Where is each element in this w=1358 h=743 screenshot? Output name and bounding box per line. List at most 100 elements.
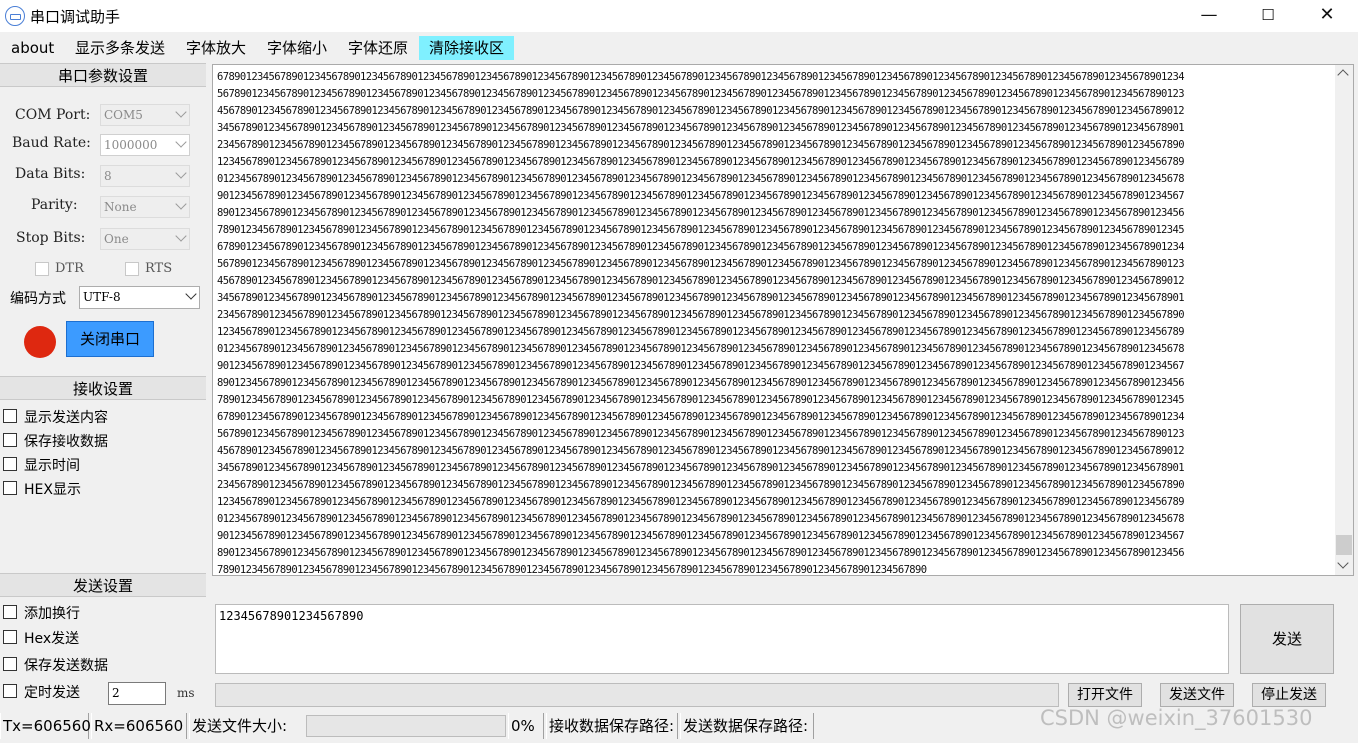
show-sent-label: 显示发送内容 [24,410,108,426]
menu-multi-send[interactable]: 显示多条发送 [75,36,165,60]
receive-line: 3456789012345678901234567890123456789012… [217,122,1185,134]
receive-line: 1234567890123456789012345678901234567890… [217,496,1185,508]
receive-line: 5678901234567890123456789012345678901234… [217,428,1185,440]
receive-line: 2345678901234567890123456789012345678901… [217,309,1185,321]
close-window-button[interactable]: ✕ [1298,0,1356,32]
show-time-checkbox[interactable] [3,457,17,471]
receive-line: 3456789012345678901234567890123456789012… [217,462,1185,474]
save-sent-label: 保存发送数据 [24,658,108,674]
serial-params-header: 串口参数设置 [0,63,206,87]
file-path-field[interactable] [215,683,1059,707]
watermark: CSDN @weixin_37601530 [1040,706,1313,730]
dtr-checkbox[interactable] [35,262,49,276]
scroll-down-icon[interactable] [1337,557,1349,569]
rts-label: RTS [145,261,173,276]
encoding-value: UTF-8 [83,290,121,304]
chevron-down-icon [175,230,187,242]
encoding-label: 编码方式 [10,291,66,307]
receive-area[interactable]: 6789012345678901234567890123456789012345… [212,64,1354,576]
save-received-label: 保存接收数据 [24,434,108,450]
receive-line: 0123456789012345678901234567890123456789… [217,343,1185,355]
rx-count: Rx=606560 [91,713,187,739]
receive-settings-header: 接收设置 [0,376,206,400]
parity-select[interactable]: None [100,196,190,218]
menu-font-larger[interactable]: 字体放大 [186,36,246,60]
menu-bar: about 显示多条发送 字体放大 字体缩小 字体还原 清除接收区 [0,36,1358,62]
receive-line: 0123456789012345678901234567890123456789… [217,513,1185,525]
send-input[interactable]: 12345678901234567890 [215,604,1229,674]
data-bits-select[interactable]: 8 [100,165,190,187]
maximize-button[interactable]: ☐ [1239,0,1297,32]
data-bits-label: Data Bits: [15,166,86,182]
scroll-thumb[interactable] [1336,535,1352,555]
show-time-label: 显示时间 [24,458,80,474]
com-port-label: COM Port: [15,107,91,123]
chevron-down-icon [175,198,187,210]
receive-save-path-label: 接收数据保存路径: [546,713,678,739]
add-newline-checkbox[interactable] [3,605,17,619]
send-file-size-label: 发送文件大小: [189,713,305,739]
hex-send-label: Hex发送 [24,631,80,647]
timed-send-checkbox[interactable] [3,684,17,698]
parity-value: None [104,200,137,214]
save-received-checkbox[interactable] [3,433,17,447]
tx-count: Tx=606560 [0,713,91,739]
send-save-path-label: 发送数据保存路径: [680,713,814,739]
receive-line: 2345678901234567890123456789012345678901… [217,139,1185,151]
menu-font-reset[interactable]: 字体还原 [348,36,408,60]
receive-line: 8901234567890123456789012345678901234567… [217,377,1185,389]
close-port-button[interactable]: 关闭串口 [66,321,154,357]
hex-display-checkbox[interactable] [3,481,17,495]
scroll-up-icon[interactable] [1337,69,1349,81]
receive-line: 2345678901234567890123456789012345678901… [217,479,1185,491]
window-title: 串口调试助手 [30,8,121,26]
show-sent-checkbox[interactable] [3,409,17,423]
chevron-down-icon [175,106,187,118]
interval-input[interactable]: 2 [108,682,166,705]
add-newline-label: 添加换行 [24,606,80,622]
receive-line: 7890123456789012345678901234567890123456… [217,394,1185,406]
menu-font-smaller[interactable]: 字体缩小 [267,36,327,60]
rts-checkbox[interactable] [125,262,139,276]
hex-send-checkbox[interactable] [3,630,17,644]
send-settings-header: 发送设置 [0,573,206,597]
receive-line: 9012345678901234567890123456789012345678… [217,190,1185,202]
stop-bits-value: One [104,232,129,246]
receive-line: 1234567890123456789012345678901234567890… [217,326,1185,338]
receive-text: 6789012345678901234567890123456789012345… [217,69,1331,576]
chevron-down-icon [175,167,187,179]
port-status-indicator [24,326,56,358]
title-bar: 串口调试助手 — ☐ ✕ [0,0,1358,32]
open-file-button[interactable]: 打开文件 [1068,683,1142,707]
chevron-down-icon [185,288,197,300]
receive-line: 8901234567890123456789012345678901234567… [217,207,1185,219]
timed-send-label: 定时发送 [24,685,80,701]
com-port-select[interactable]: COM5 [100,104,190,126]
data-bits-value: 8 [104,169,112,183]
save-sent-checkbox[interactable] [3,657,17,671]
hex-display-label: HEX显示 [24,482,81,498]
receive-line: 6789012345678901234567890123456789012345… [217,71,1185,83]
receive-line: 5678901234567890123456789012345678901234… [217,88,1185,100]
receive-line: 4567890123456789012345678901234567890123… [217,275,1185,287]
receive-line: 1234567890123456789012345678901234567890… [217,156,1185,168]
receive-line: 4567890123456789012345678901234567890123… [217,105,1185,117]
stop-bits-select[interactable]: One [100,228,190,250]
receive-line: 4567890123456789012345678901234567890123… [217,445,1185,457]
receive-line: 6789012345678901234567890123456789012345… [217,411,1185,423]
receive-line: 7890123456789012345678901234567890123456… [217,564,927,576]
send-file-button[interactable]: 发送文件 [1160,683,1234,707]
baud-rate-select[interactable]: 1000000 [100,134,190,156]
menu-clear-receive[interactable]: 清除接收区 [419,36,515,60]
com-port-value: COM5 [104,108,143,122]
menu-about[interactable]: about [11,36,54,60]
send-text: 12345678901234567890 [219,609,364,623]
send-button[interactable]: 发送 [1240,604,1334,674]
stop-send-button[interactable]: 停止发送 [1252,683,1326,707]
encoding-select[interactable]: UTF-8 [79,286,200,309]
parity-label: Parity: [31,197,78,213]
receive-line: 9012345678901234567890123456789012345678… [217,360,1185,372]
receive-scrollbar[interactable] [1335,65,1353,575]
receive-line: 0123456789012345678901234567890123456789… [217,173,1185,185]
minimize-button[interactable]: — [1180,0,1238,32]
